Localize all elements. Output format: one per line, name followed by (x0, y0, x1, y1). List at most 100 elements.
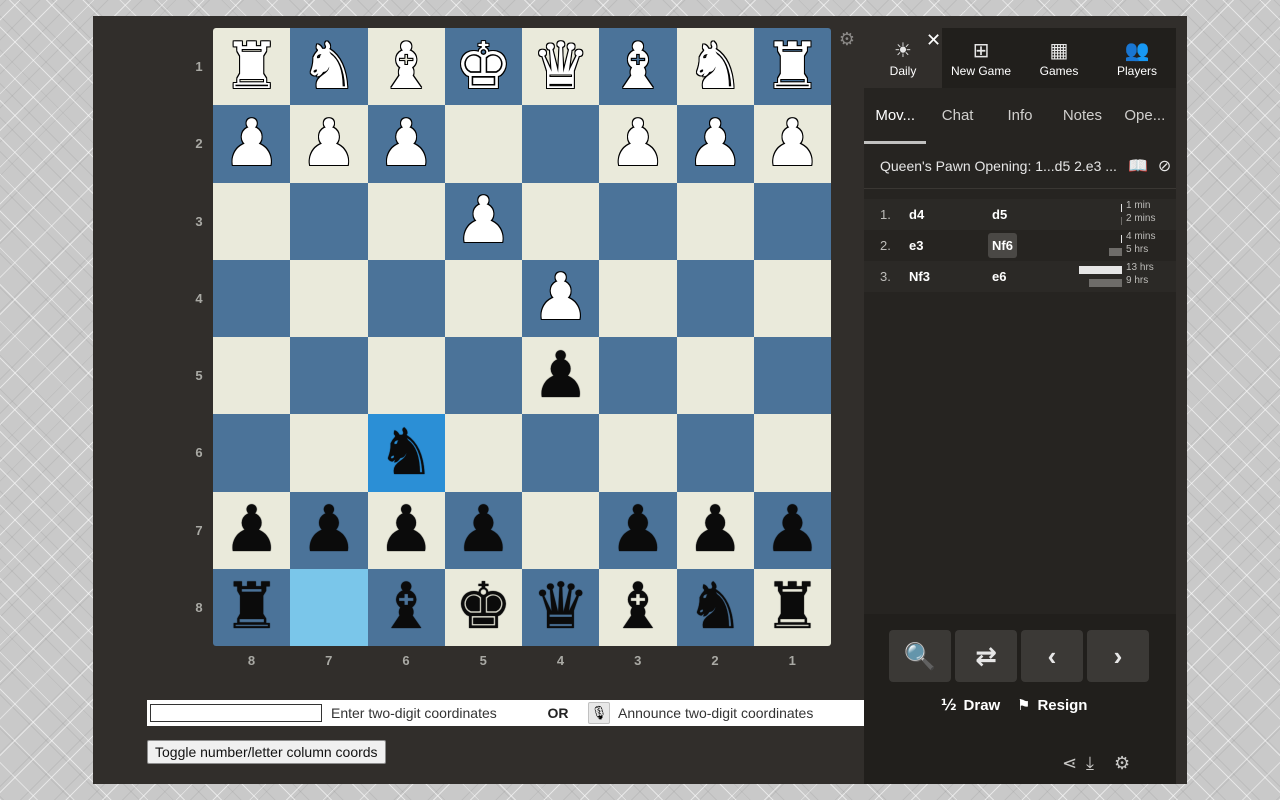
square-7-8[interactable]: ♟ (213, 491, 291, 569)
square-6-5[interactable] (444, 414, 522, 492)
square-3-3[interactable] (599, 182, 677, 260)
square-2-6[interactable]: ♟ (367, 105, 445, 183)
white-pawn[interactable]: ♟ (377, 112, 434, 176)
square-7-1[interactable]: ♟ (753, 491, 831, 569)
square-4-5[interactable] (444, 259, 522, 337)
square-6-7[interactable] (290, 414, 368, 492)
analysis-button[interactable]: 🔍 (889, 630, 951, 682)
square-5-7[interactable] (290, 337, 368, 415)
white-pawn[interactable]: ♟ (686, 112, 743, 176)
square-4-7[interactable] (290, 259, 368, 337)
square-3-5[interactable]: ♟ (444, 182, 522, 260)
square-7-6[interactable]: ♟ (367, 491, 445, 569)
square-1-4[interactable]: ♛ (522, 28, 600, 106)
black-move[interactable]: e6 (988, 264, 1010, 289)
square-3-2[interactable] (676, 182, 754, 260)
square-2-3[interactable]: ♟ (599, 105, 677, 183)
square-6-3[interactable] (599, 414, 677, 492)
square-6-4[interactable] (522, 414, 600, 492)
black-bishop[interactable]: ♝ (377, 575, 434, 639)
square-3-7[interactable] (290, 182, 368, 260)
square-2-2[interactable]: ♟ (676, 105, 754, 183)
white-queen[interactable]: ♛ (532, 35, 589, 99)
black-knight[interactable]: ♞ (377, 421, 434, 485)
square-2-8[interactable]: ♟ (213, 105, 291, 183)
square-6-6[interactable]: ♞ (367, 414, 445, 492)
white-knight[interactable]: ♞ (686, 35, 743, 99)
book-icon[interactable]: 📖 (1128, 156, 1148, 176)
toggle-coords-button[interactable]: Toggle number/letter column coords (147, 740, 386, 764)
white-rook[interactable]: ♜ (223, 35, 280, 99)
nav-games[interactable]: ▦ Games (1020, 28, 1098, 88)
close-icon[interactable]: ✕ (926, 30, 941, 51)
white-move[interactable]: e3 (909, 238, 923, 253)
black-pawn[interactable]: ♟ (300, 498, 357, 562)
tab-chat[interactable]: Chat (926, 88, 988, 144)
square-8-7[interactable] (290, 568, 368, 646)
square-6-8[interactable] (213, 414, 291, 492)
white-pawn[interactable]: ♟ (300, 112, 357, 176)
square-3-8[interactable] (213, 182, 291, 260)
square-5-1[interactable] (753, 337, 831, 415)
square-2-5[interactable] (444, 105, 522, 183)
square-1-7[interactable]: ♞ (290, 28, 368, 106)
white-move[interactable]: Nf3 (909, 269, 930, 284)
white-knight[interactable]: ♞ (300, 35, 357, 99)
tab-notes[interactable]: Notes (1051, 88, 1113, 144)
gear-icon[interactable]: ⚙ (1114, 753, 1130, 774)
square-8-4[interactable]: ♛ (522, 568, 600, 646)
square-5-3[interactable] (599, 337, 677, 415)
square-5-6[interactable] (367, 337, 445, 415)
square-1-5[interactable]: ♚ (444, 28, 522, 106)
square-1-1[interactable]: ♜ (753, 28, 831, 106)
opening-name[interactable]: Queen's Pawn Opening: 1...d5 2.e3 ... (880, 158, 1118, 174)
tab-info[interactable]: Info (989, 88, 1051, 144)
square-3-4[interactable] (522, 182, 600, 260)
square-2-1[interactable]: ♟ (753, 105, 831, 183)
chessboard[interactable]: ♜ ♞ ♝ ♚ ♛ ♝ ♞ ♜ ♟ ♟ ♟ ♟ ♟ ♟ ♟ ♟ ♟ ♞ ♟ ♟ ♟ ♟ ♟ ♟ ♟ ♜ ♝ ♚ ♛ ♝ ♞ ♜ (213, 28, 831, 646)
square-4-3[interactable] (599, 259, 677, 337)
square-7-3[interactable]: ♟ (599, 491, 677, 569)
resign-button[interactable]: ⚑ Resign (1017, 696, 1087, 714)
microphone-icon[interactable]: 🎙 (588, 702, 610, 724)
black-move[interactable]: Nf6 (988, 233, 1017, 258)
black-rook[interactable]: ♜ (223, 575, 280, 639)
black-pawn[interactable]: ♟ (223, 498, 280, 562)
square-4-8[interactable] (213, 259, 291, 337)
square-6-2[interactable] (676, 414, 754, 492)
square-7-7[interactable]: ♟ (290, 491, 368, 569)
white-move[interactable]: d4 (909, 207, 924, 222)
tab-openings[interactable]: Ope... (1114, 88, 1176, 144)
black-pawn[interactable]: ♟ (377, 498, 434, 562)
black-bishop[interactable]: ♝ (609, 575, 666, 639)
square-7-2[interactable]: ♟ (676, 491, 754, 569)
black-move[interactable]: d5 (988, 202, 1011, 227)
white-pawn[interactable]: ♟ (764, 112, 821, 176)
square-8-6[interactable]: ♝ (367, 568, 445, 646)
square-8-5[interactable]: ♚ (444, 568, 522, 646)
square-1-8[interactable]: ♜ (213, 28, 291, 106)
draw-button[interactable]: ½ Draw (941, 696, 1000, 714)
nav-daily[interactable]: ☀ Daily ✕ (864, 28, 942, 88)
board-settings-gear-icon[interactable]: ⚙ (838, 30, 856, 48)
flip-button[interactable]: ⇄ (955, 630, 1017, 682)
nav-players[interactable]: 👥 Players (1098, 28, 1176, 88)
share-icon[interactable]: ⋖ (1062, 753, 1077, 774)
square-4-1[interactable] (753, 259, 831, 337)
white-pawn[interactable]: ♟ (455, 189, 512, 253)
square-4-2[interactable] (676, 259, 754, 337)
white-bishop[interactable]: ♝ (609, 35, 666, 99)
square-5-4[interactable]: ♟ (522, 337, 600, 415)
square-2-7[interactable]: ♟ (290, 105, 368, 183)
black-pawn[interactable]: ♟ (686, 498, 743, 562)
previous-move-button[interactable]: ‹ (1021, 630, 1083, 682)
square-5-2[interactable] (676, 337, 754, 415)
white-pawn[interactable]: ♟ (532, 266, 589, 330)
square-1-2[interactable]: ♞ (676, 28, 754, 106)
black-pawn[interactable]: ♟ (764, 498, 821, 562)
white-bishop[interactable]: ♝ (377, 35, 434, 99)
square-8-1[interactable]: ♜ (753, 568, 831, 646)
square-8-8[interactable]: ♜ (213, 568, 291, 646)
compass-icon[interactable]: ⊘ (1158, 156, 1171, 176)
black-knight[interactable]: ♞ (686, 575, 743, 639)
